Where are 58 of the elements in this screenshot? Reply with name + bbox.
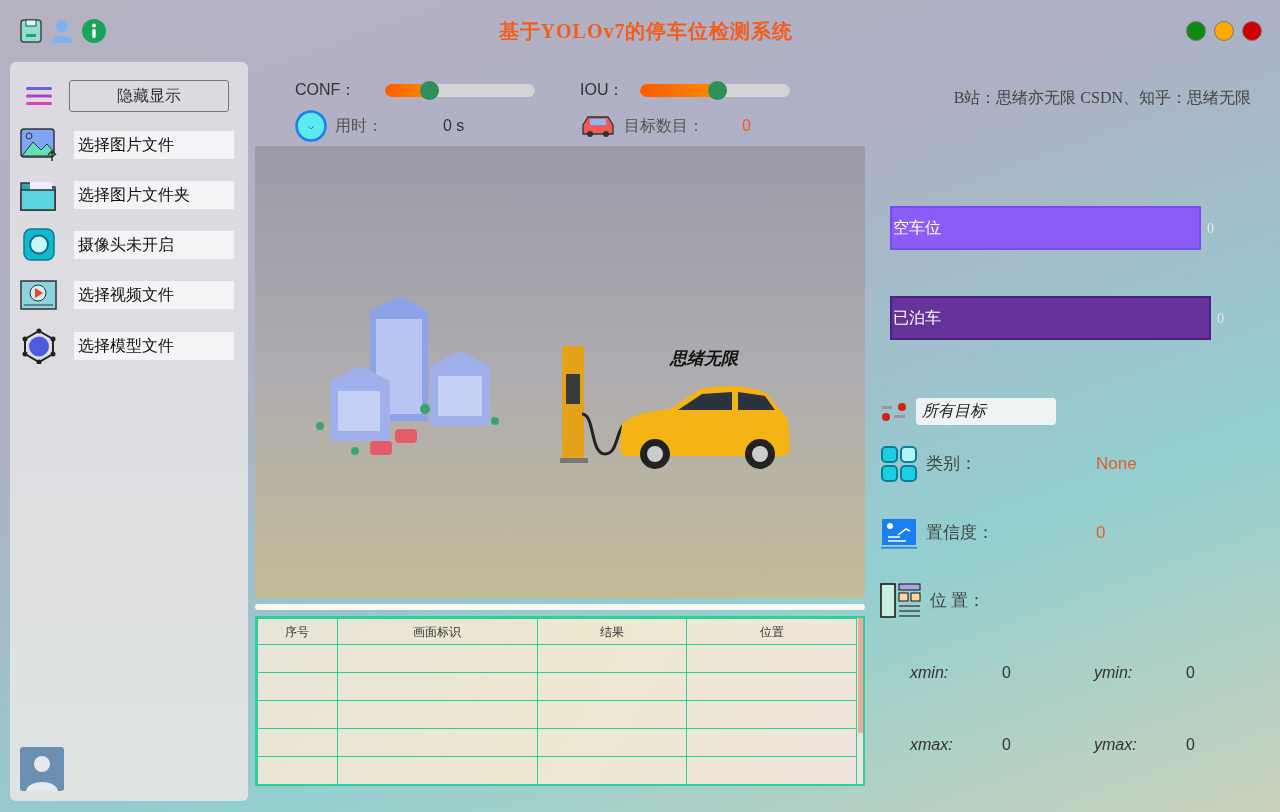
column-header: 序号	[257, 618, 338, 645]
parked-cars-bar: 已泊车	[890, 296, 1211, 340]
info-icon[interactable]	[82, 19, 106, 43]
sidebar-item[interactable]: 摄像头未开启	[74, 231, 234, 259]
window-title: 基于YOLOv7的停车位检测系统	[498, 20, 794, 42]
chart-trend-icon	[880, 517, 918, 549]
column-header: 画面标识	[337, 618, 538, 645]
iou-label: IOU：	[580, 80, 626, 100]
avatar-picture	[20, 747, 64, 791]
grid-icon	[880, 445, 918, 483]
target-count-label: 目标数目：	[624, 116, 705, 136]
layout-icon	[880, 583, 922, 619]
confidence-label: 置信度：	[926, 522, 995, 545]
column-header: 位置	[686, 618, 857, 645]
slider-track[interactable]	[385, 83, 535, 97]
video-player-icon	[20, 278, 58, 312]
time-label: 用时：	[335, 116, 384, 136]
target-count-value: 0	[742, 116, 751, 136]
coordinate-label: ymax:	[1094, 735, 1138, 755]
slider-thumb[interactable]	[419, 80, 439, 100]
conf-label: CONF：	[295, 80, 358, 100]
coordinate-label: xmin:	[910, 663, 950, 683]
slider-track[interactable]	[640, 83, 790, 97]
count-value: 0	[1207, 219, 1214, 238]
image-upload-icon	[20, 128, 58, 162]
credit-text: B站：思绪亦无限 CSDN、知乎：思绪无限	[952, 88, 1252, 108]
display-caption: 思绪无限	[670, 348, 738, 370]
hexagon-network-icon	[20, 328, 58, 364]
time-value: 0 s	[443, 116, 465, 136]
coordinate-label: xmax:	[910, 735, 954, 755]
camera-lens-icon	[20, 228, 58, 262]
close-button[interactable]	[1242, 21, 1262, 41]
category-label: 类别：	[926, 453, 978, 476]
menu-icon[interactable]	[25, 85, 53, 107]
position-label: 位 置：	[930, 590, 987, 613]
coordinate-value: 0	[1186, 663, 1196, 683]
slider-thumb[interactable]	[707, 80, 727, 100]
column-header: 结果	[537, 618, 687, 645]
toggle-display-button[interactable]: 隐藏显示	[69, 80, 229, 112]
filter-icon	[880, 400, 908, 423]
coordinate-label: ymin:	[1094, 663, 1134, 683]
scrollbar-handle[interactable]	[858, 618, 863, 733]
category-value: None	[1096, 453, 1137, 476]
maximize-button[interactable]	[1186, 21, 1206, 41]
vacant-spaces-bar: 空车位	[890, 206, 1201, 250]
count-value: 0	[1217, 309, 1224, 328]
confidence-value: 0	[1096, 522, 1106, 545]
sidebar-item[interactable]: 选择图片文件	[74, 131, 234, 159]
car-icon	[580, 113, 616, 139]
target-select[interactable]: 所有目标	[916, 398, 1056, 425]
sidebar-item[interactable]: 选择模型文件	[74, 332, 234, 360]
sidebar-item[interactable]: 选择视频文件	[74, 281, 234, 309]
coordinate-value: 0	[1186, 735, 1196, 755]
coordinate-value: 0	[1002, 735, 1012, 755]
coordinate-value: 0	[1002, 663, 1012, 683]
sidebar-item[interactable]: 选择图片文件夹	[74, 181, 234, 209]
minimize-button[interactable]	[1214, 21, 1234, 41]
clock-icon	[295, 110, 327, 142]
